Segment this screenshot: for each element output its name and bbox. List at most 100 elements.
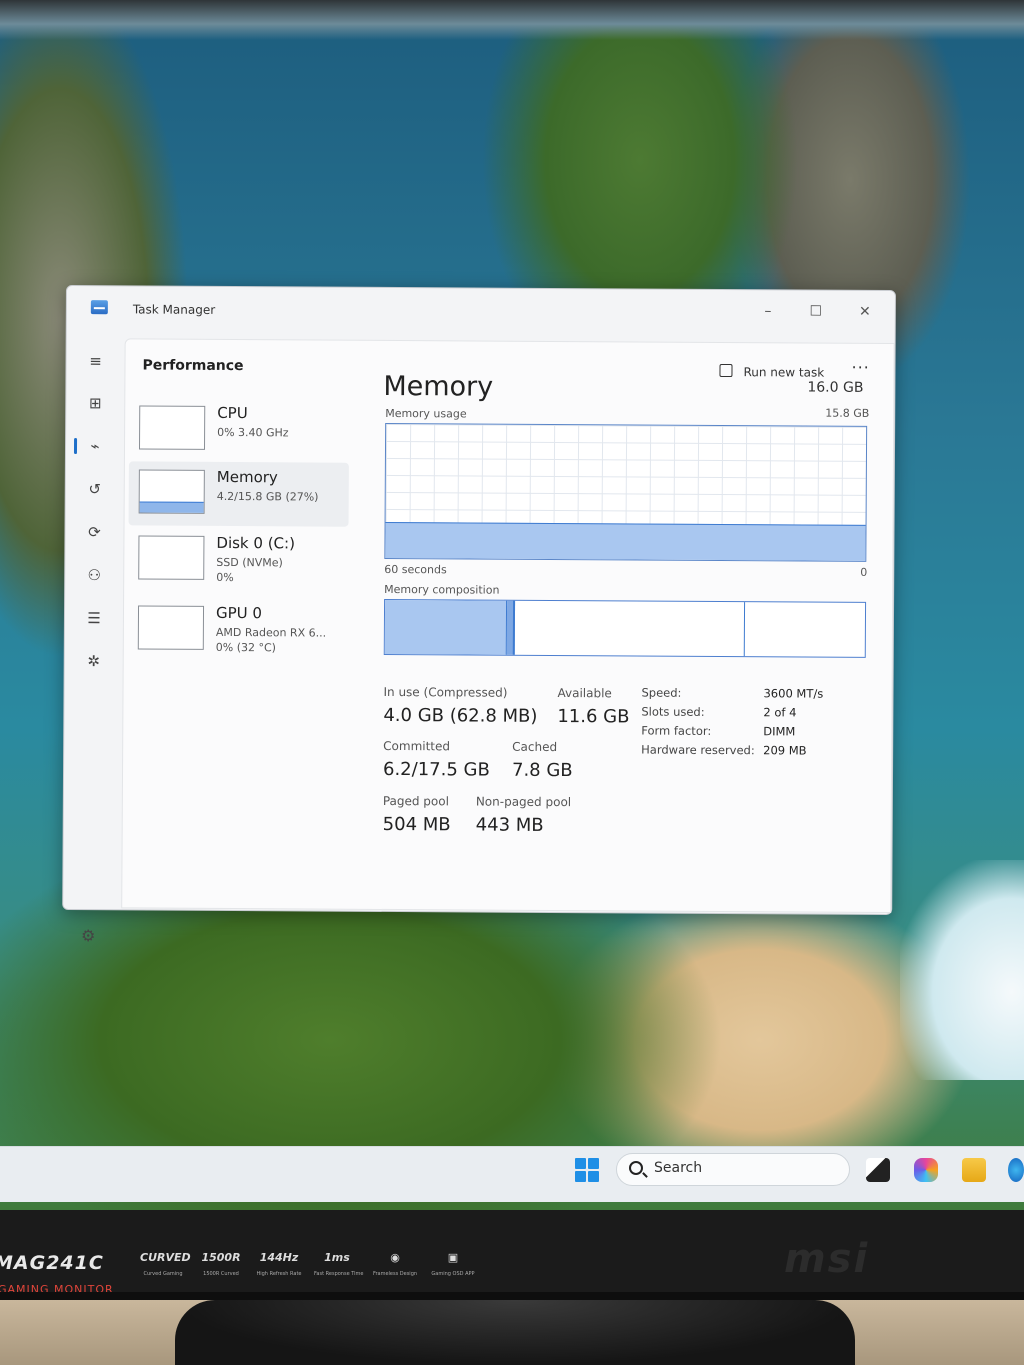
windows-logo-icon	[575, 1158, 586, 1169]
hamburger-menu-icon[interactable]: ≡	[86, 352, 104, 370]
cpu-name: CPU	[217, 403, 248, 423]
list-item-memory[interactable]: Memory 4.2/15.8 GB (27%)	[128, 461, 349, 527]
task-manager-window: Task Manager – ☐ ✕ ≡ ⊞ ⌁ ↺ ⟳ ⚇ ☰ ✲ ⚙ Per…	[62, 285, 896, 945]
badge-1ms: 1ms Fast Response Time	[314, 1251, 364, 1277]
hardware-reserved-value: 209 MB	[763, 743, 807, 758]
badge-osd-app: ▣ Gaming OSD APP	[431, 1251, 475, 1277]
composition-free	[745, 602, 865, 657]
slots-label: Slots used:	[641, 704, 705, 719]
services-icon[interactable]: ✲	[85, 652, 103, 670]
wallpaper-surf	[900, 860, 1024, 1080]
graph-zero-label: 0	[860, 565, 868, 579]
page-title: Performance	[142, 357, 244, 375]
graph-time-label: 60 seconds	[384, 562, 447, 577]
memory-name: Memory	[216, 467, 278, 487]
list-item-disk[interactable]: Disk 0 (C:) SSD (NVMe) 0%	[128, 527, 348, 592]
settings-gear-icon[interactable]: ⚙	[81, 926, 95, 945]
memory-usage-max: 15.8 GB	[825, 406, 870, 420]
more-options-button[interactable]: ···	[851, 358, 869, 377]
disk-type: SSD (NVMe)	[216, 555, 283, 570]
windows-logo-icon	[575, 1171, 586, 1182]
in-use-value: 4.0 GB (62.8 MB)	[383, 704, 538, 727]
start-button[interactable]	[575, 1158, 599, 1182]
cached-value: 7.8 GB	[511, 759, 573, 782]
search-icon	[629, 1161, 643, 1175]
cpu-detail: 0% 3.40 GHz	[217, 425, 289, 440]
minimize-button[interactable]: –	[753, 300, 783, 322]
memory-thumbnail-fill	[139, 501, 204, 513]
details-icon[interactable]: ☰	[85, 609, 103, 627]
windows-logo-icon	[588, 1158, 599, 1169]
disk-usage: 0%	[216, 570, 234, 585]
hardware-reserved-label: Hardware reserved:	[641, 742, 755, 758]
gpu-model: AMD Radeon RX 6...	[215, 625, 327, 640]
nav-rail: ≡ ⊞ ⌁ ↺ ⟳ ⚇ ☰ ✲ ⚙	[63, 336, 125, 945]
photo-scene: Task Manager – ☐ ✕ ≡ ⊞ ⌁ ↺ ⟳ ⚇ ☰ ✲ ⚙ Per…	[0, 0, 1024, 1365]
gpu-name: GPU 0	[215, 603, 263, 623]
badge-frameless: ◉ Frameless Design	[372, 1251, 418, 1277]
committed-label: Committed	[383, 738, 451, 754]
run-new-task-icon	[719, 363, 733, 378]
monitor-top-edge	[0, 0, 1024, 40]
paged-pool-label: Paged pool	[382, 793, 450, 809]
memory-thumbnail	[138, 469, 205, 514]
run-new-task-button[interactable]: Run new task	[743, 365, 824, 379]
close-button[interactable]: ✕	[850, 301, 880, 323]
memory-composition-label: Memory composition	[384, 582, 500, 597]
search-placeholder: Search	[654, 1160, 703, 1176]
memory-composition-bar	[383, 598, 867, 658]
monitor-stand	[175, 1300, 855, 1365]
file-explorer-icon[interactable]	[962, 1158, 986, 1182]
paged-pool-value: 504 MB	[382, 813, 451, 836]
memory-heading: Memory	[383, 370, 494, 403]
speed-label: Speed:	[641, 685, 682, 700]
task-view-icon[interactable]	[866, 1158, 890, 1182]
performance-icon[interactable]: ⌁	[86, 437, 104, 455]
title-bar[interactable]: Task Manager – ☐ ✕	[67, 286, 895, 341]
in-use-label: In use (Compressed)	[383, 684, 508, 700]
speed-value: 3600 MT/s	[763, 686, 824, 701]
memory-usage-label: Memory usage	[385, 406, 467, 421]
cached-label: Cached	[512, 739, 558, 755]
gpu-thumbnail	[137, 605, 205, 650]
memory-usage-graph	[384, 422, 868, 562]
available-label: Available	[557, 686, 612, 701]
nonpaged-pool-label: Non-paged pool	[475, 794, 572, 810]
monitor-feature-badges: CURVED Curved Gaming 1500R 1500R Curved 14…	[140, 1245, 476, 1277]
disk-name: Disk 0 (C:)	[216, 533, 296, 553]
badge-144hz: 144Hz High Refresh Rate	[256, 1251, 302, 1277]
maximize-button[interactable]: ☐	[801, 300, 831, 322]
window-title: Task Manager	[132, 302, 216, 317]
list-item-cpu[interactable]: CPU 0% 3.40 GHz	[129, 397, 349, 462]
available-value: 11.6 GB	[557, 706, 630, 728]
taskbar-search[interactable]: Search	[616, 1153, 850, 1186]
composition-standby	[514, 600, 746, 657]
edge-browser-icon[interactable]	[1008, 1158, 1024, 1182]
committed-value: 6.2/17.5 GB	[382, 758, 490, 781]
composition-in-use	[384, 599, 508, 655]
msi-logo: msi	[784, 1236, 870, 1282]
gpu-usage: 0% (32 °C)	[215, 640, 277, 655]
memory-total: 16.0 GB	[807, 379, 864, 396]
processes-icon[interactable]: ⊞	[86, 394, 104, 412]
copilot-icon[interactable]	[914, 1158, 938, 1182]
disk-thumbnail	[138, 535, 205, 580]
nav-selection-indicator	[73, 438, 78, 455]
memory-usage-fill	[385, 521, 866, 561]
windows-logo-icon	[588, 1171, 599, 1182]
startup-apps-icon[interactable]: ⟳	[85, 523, 103, 541]
list-item-gpu[interactable]: GPU 0 AMD Radeon RX 6... 0% (32 °C)	[128, 597, 348, 662]
app-history-icon[interactable]: ↺	[86, 480, 104, 498]
monitor-model: MAG241C	[0, 1252, 104, 1274]
users-icon[interactable]: ⚇	[85, 566, 103, 584]
form-factor-label: Form factor:	[641, 723, 712, 738]
task-manager-icon	[90, 300, 108, 315]
badge-curved: CURVED Curved Gaming	[140, 1251, 191, 1277]
form-factor-value: DIMM	[763, 724, 796, 739]
performance-panel: Performance Run new task ··· CPU 0% 3.40…	[121, 338, 895, 914]
nonpaged-pool-value: 443 MB	[475, 814, 544, 836]
slots-value: 2 of 4	[763, 705, 797, 720]
cpu-thumbnail	[138, 405, 206, 450]
badge-1500r: 1500R 1500R Curved	[201, 1251, 241, 1277]
memory-detail: 4.2/15.8 GB (27%)	[216, 489, 319, 504]
